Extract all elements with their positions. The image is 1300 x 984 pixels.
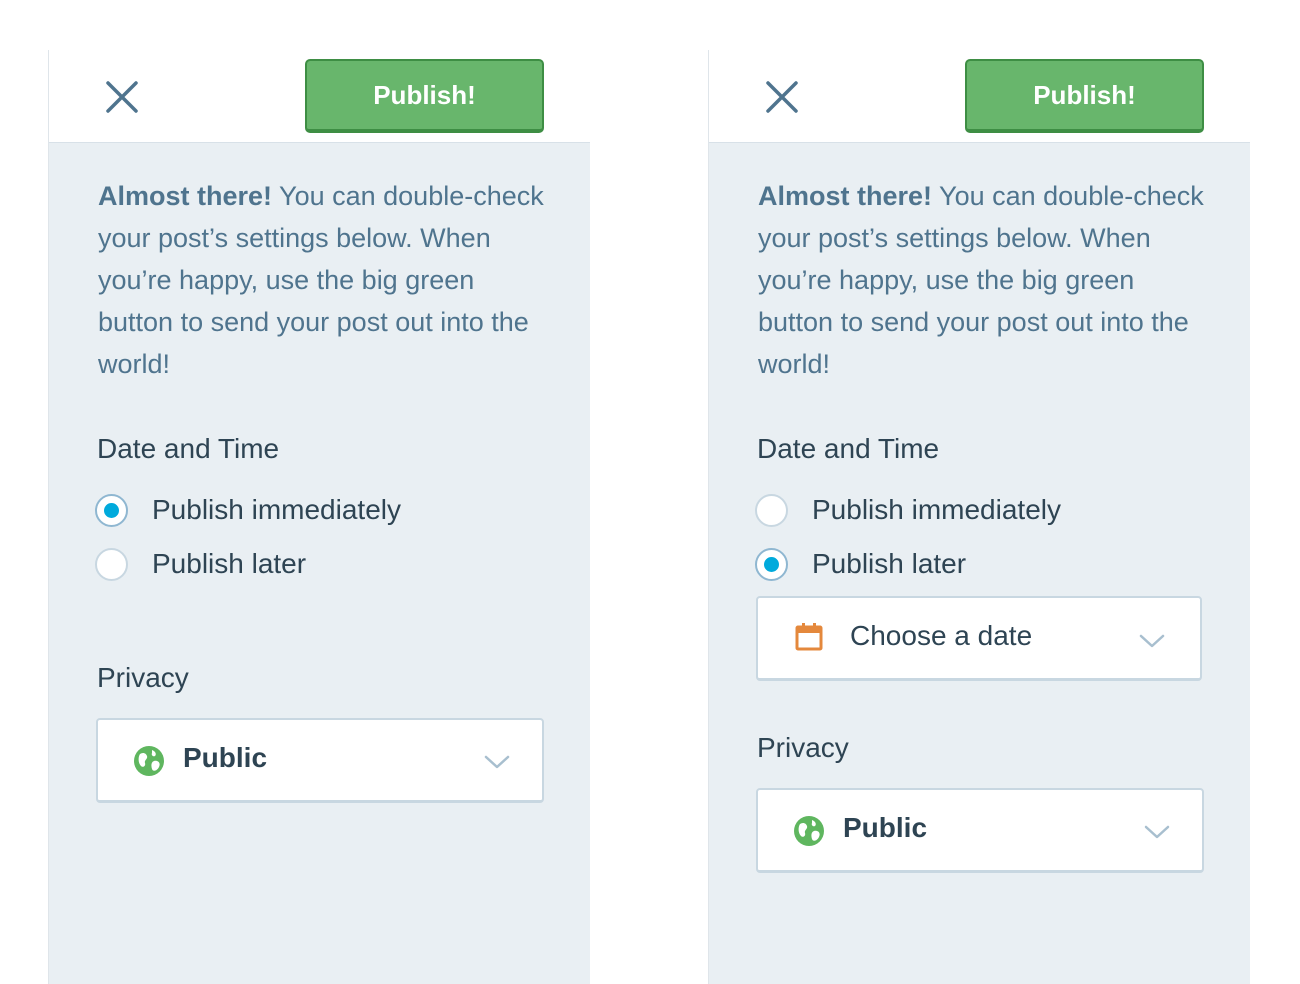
radio-button[interactable] — [95, 547, 128, 581]
intro-bold: Almost there! — [758, 181, 933, 211]
chevron-down-icon — [484, 755, 510, 769]
chevron-down-icon — [1139, 634, 1165, 648]
radio-publish-later[interactable]: Publish later — [95, 546, 306, 582]
publish-button[interactable]: Publish! — [305, 59, 544, 133]
intro-text: Almost there! You can double-check your … — [98, 175, 548, 385]
privacy-heading: Privacy — [97, 662, 189, 693]
radio-label: Publish later — [152, 548, 307, 579]
publish-panel-later: Publish! Almost there! You can double-ch… — [708, 50, 1250, 984]
radio-label: Publish immediately — [812, 494, 1061, 525]
radio-button[interactable] — [755, 547, 788, 581]
radio-publish-later[interactable]: Publish later — [755, 546, 966, 582]
intro-text: Almost there! You can double-check your … — [758, 175, 1208, 385]
privacy-value: Public — [183, 742, 268, 773]
date-time-heading: Date and Time — [757, 433, 940, 464]
date-picker-select[interactable]: Choose a date — [756, 596, 1202, 681]
privacy-select[interactable]: Public — [96, 718, 544, 803]
intro-bold: Almost there! — [98, 181, 273, 211]
chevron-down-icon — [1144, 825, 1170, 839]
radio-publish-immediately[interactable]: Publish immediately — [95, 492, 401, 528]
close-icon[interactable] — [765, 80, 799, 114]
globe-icon — [794, 816, 824, 846]
date-time-heading: Date and Time — [97, 433, 280, 464]
calendar-icon — [795, 623, 823, 651]
close-icon[interactable] — [105, 80, 139, 114]
privacy-value: Public — [843, 812, 928, 843]
privacy-select[interactable]: Public — [756, 788, 1204, 873]
radio-publish-immediately[interactable]: Publish immediately — [755, 492, 1061, 528]
radio-label: Publish immediately — [152, 494, 401, 525]
radio-button[interactable] — [95, 493, 128, 527]
privacy-heading: Privacy — [757, 732, 849, 763]
panel-header: Publish! — [709, 50, 1250, 143]
radio-label: Publish later — [812, 548, 967, 579]
date-picker-value: Choose a date — [850, 620, 1033, 651]
publish-panel-immediate: Publish! Almost there! You can double-ch… — [48, 50, 590, 984]
panel-header: Publish! — [49, 50, 590, 143]
globe-icon — [134, 746, 164, 776]
publish-button[interactable]: Publish! — [965, 59, 1204, 133]
radio-button[interactable] — [755, 493, 788, 527]
